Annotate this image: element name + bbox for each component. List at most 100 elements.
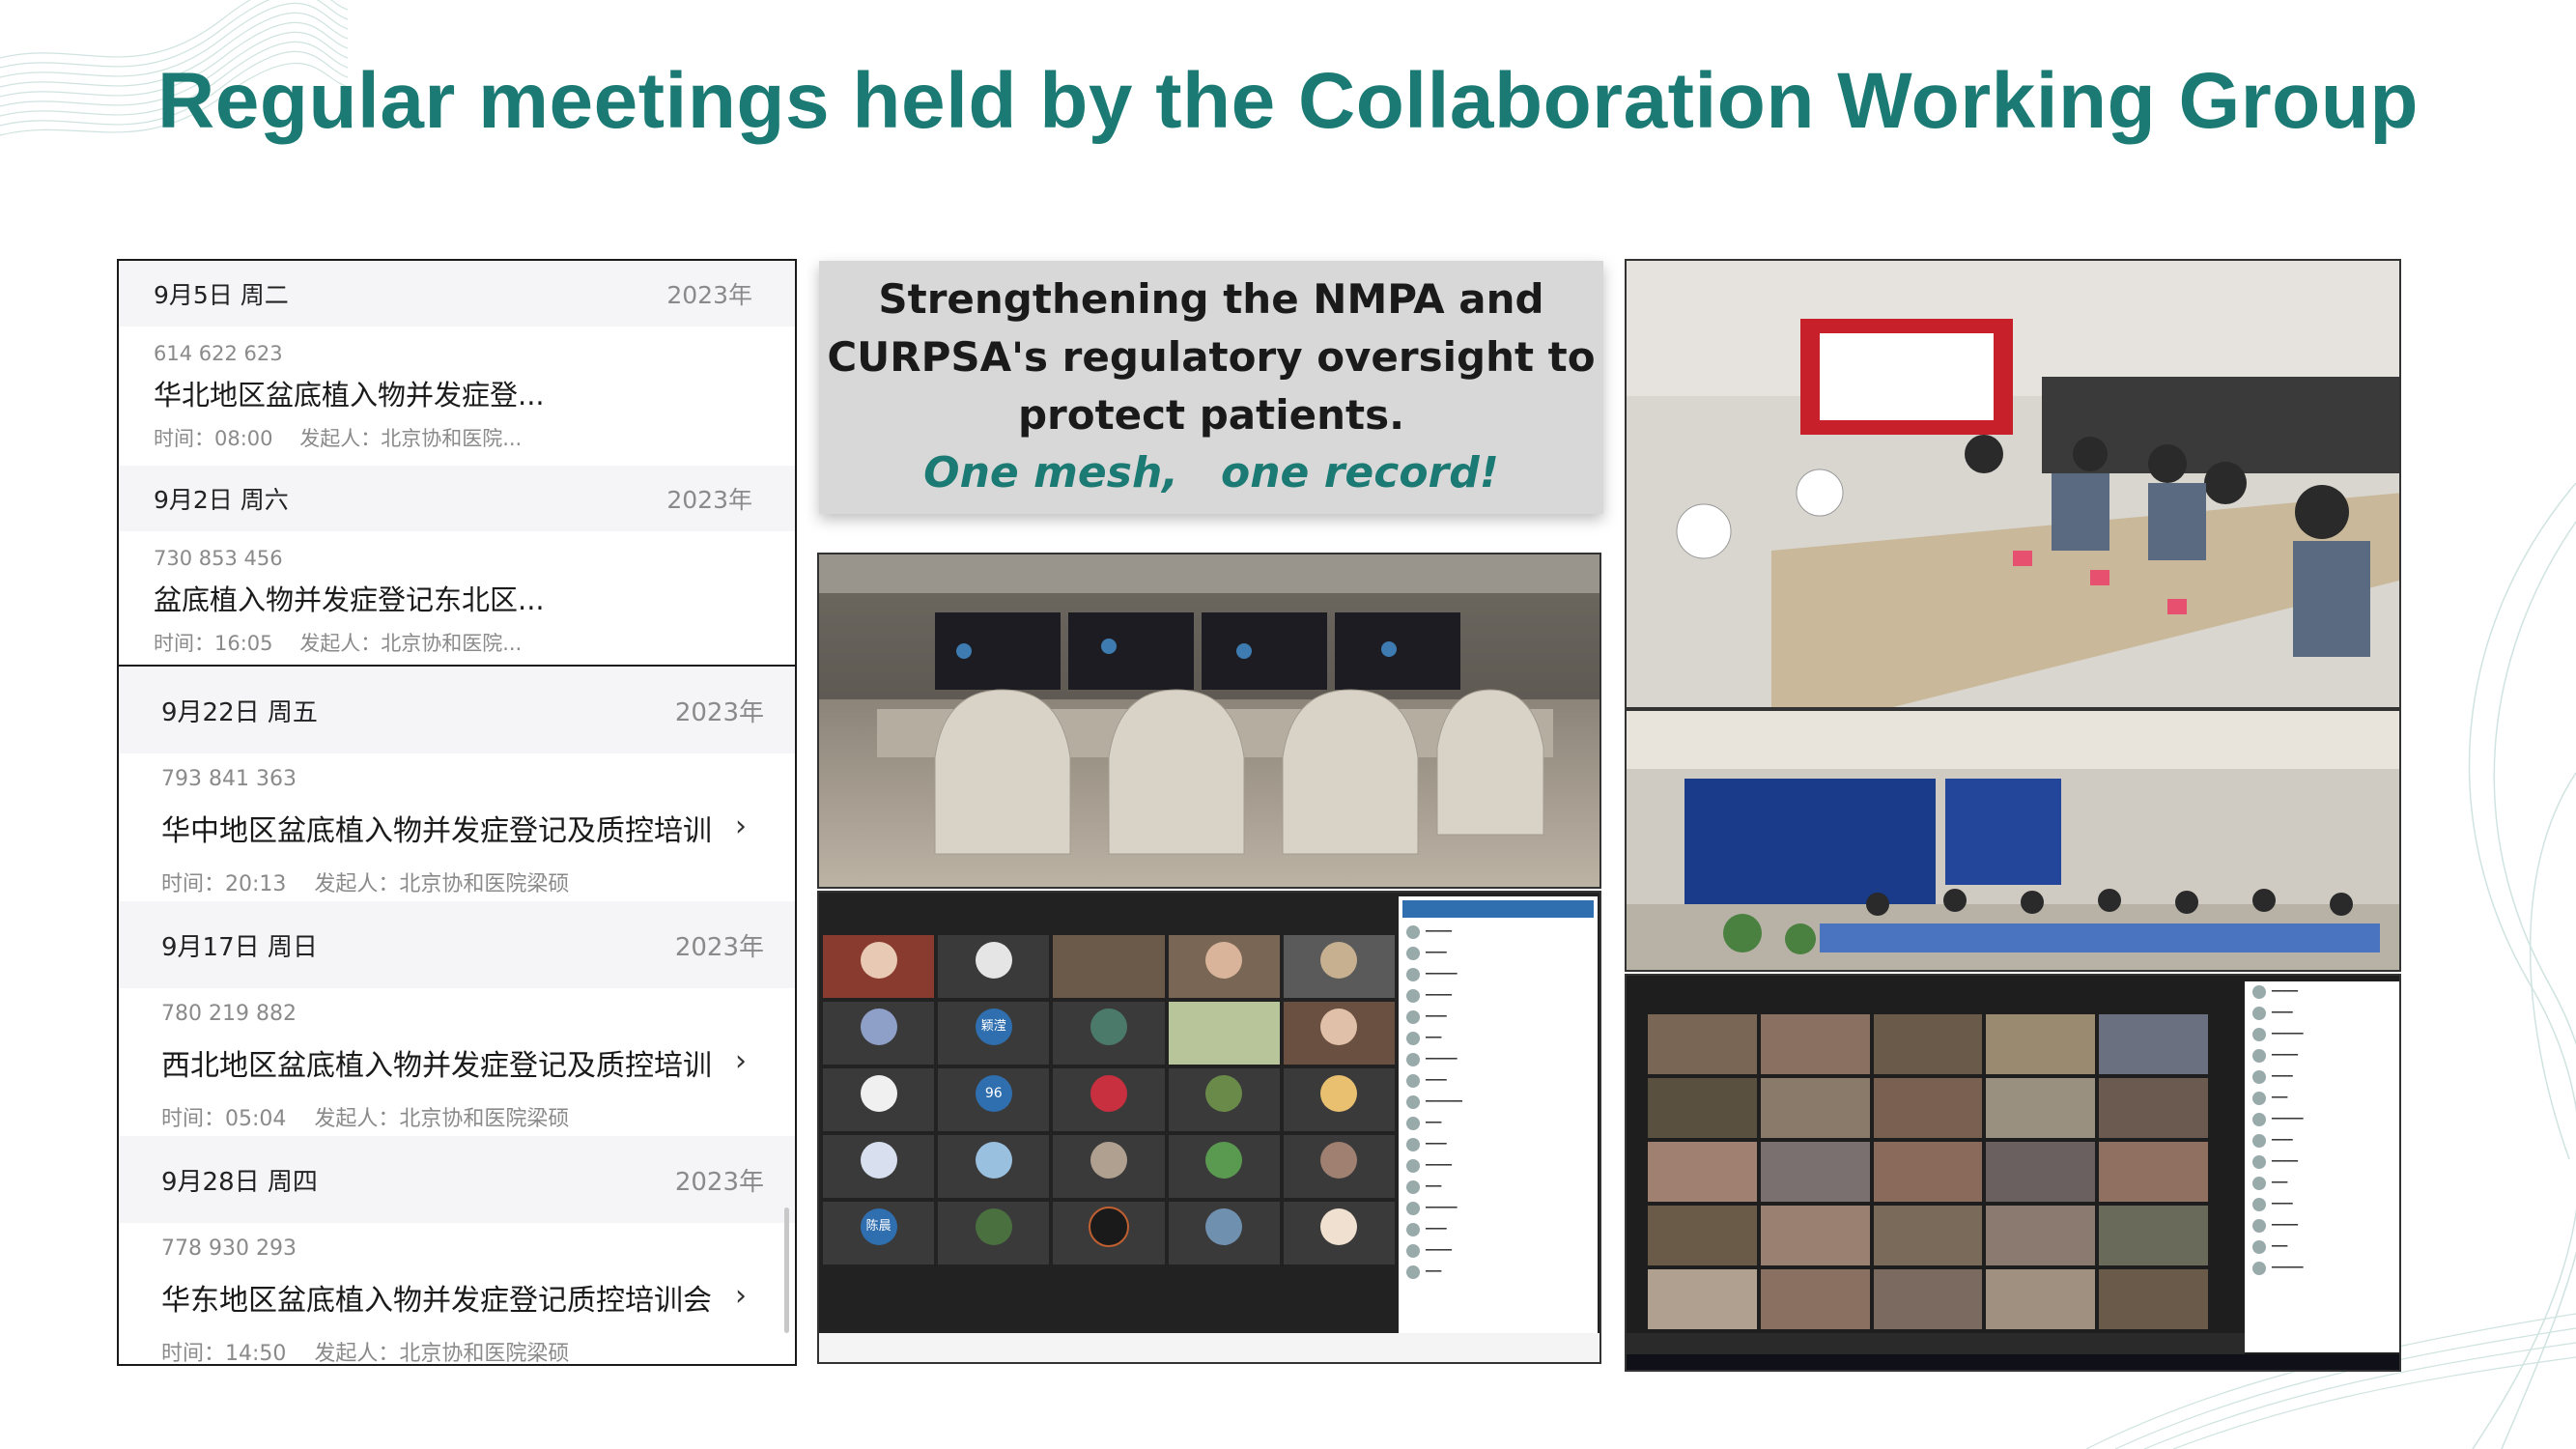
participant-tile[interactable] [1168, 1135, 1280, 1198]
participant-tile[interactable] [938, 1135, 1050, 1198]
meeting-item[interactable]: 614 622 623 华北地区盆底植入物并发症登... 时间：08:00 发起… [119, 327, 795, 466]
slogan: One mesh, one record! [923, 448, 1499, 497]
participant-row[interactable]: ━━━━━ [2245, 1151, 2399, 1173]
participant-tile[interactable] [823, 1135, 935, 1198]
participant-row[interactable]: ━━━━ [2245, 1130, 2399, 1151]
participant-row[interactable]: ━━━━━━ [2245, 1258, 2399, 1279]
participant-row[interactable]: ━━━━━ [1399, 1240, 1598, 1262]
participant-tile[interactable] [1283, 1135, 1395, 1198]
participant-tile[interactable] [2099, 1142, 2208, 1202]
participant-tile[interactable] [1760, 1014, 1870, 1074]
participant-row[interactable]: ━━━ [2245, 1088, 2399, 1109]
callout-line: CURPSA's regulatory oversight to [827, 333, 1596, 381]
participant-tile[interactable] [823, 1068, 935, 1131]
participant-tile[interactable] [1648, 1142, 1757, 1202]
participant-row[interactable]: ━━━━━ [2245, 1045, 2399, 1066]
participant-row[interactable]: ━━━━ [1399, 1219, 1598, 1240]
participant-tile[interactable] [1986, 1078, 2096, 1138]
meeting-toolbar[interactable] [1627, 1333, 2245, 1354]
participant-tile[interactable] [1168, 1002, 1280, 1065]
participant-tile[interactable] [2099, 1269, 2208, 1329]
participant-row[interactable]: ━━━━ [1399, 943, 1598, 964]
chevron-right-icon[interactable]: › [735, 810, 747, 843]
participant-row[interactable]: ━━━ [1399, 1177, 1598, 1198]
meeting-list-screenshot-b: 9月22日 周五 2023年 793 841 363 华中地区盆底植入物并发症登… [117, 665, 797, 1366]
meeting-toolbar[interactable] [819, 1333, 1599, 1362]
participant-tile[interactable] [2099, 1014, 2208, 1074]
participant-tile[interactable] [1986, 1142, 2096, 1202]
participant-tile[interactable] [1053, 1002, 1165, 1065]
participant-tile[interactable] [1873, 1142, 1983, 1202]
participant-tile[interactable] [1760, 1142, 1870, 1202]
participant-tile[interactable] [1648, 1269, 1757, 1329]
participant-row[interactable]: ━━━━ [1399, 1070, 1598, 1092]
participant-tile[interactable] [2099, 1078, 2208, 1138]
participant-row[interactable]: ━━━━━ [2245, 1215, 2399, 1236]
scrollbar[interactable] [784, 1208, 789, 1333]
participant-tile[interactable] [1053, 935, 1165, 998]
participant-tile[interactable] [1873, 1206, 1983, 1265]
participant-tile[interactable] [1873, 1269, 1983, 1329]
chevron-right-icon[interactable]: › [735, 1044, 747, 1078]
participant-tile[interactable]: 96 [938, 1068, 1050, 1131]
participant-tile[interactable] [1053, 1068, 1165, 1131]
participant-tile[interactable] [1760, 1078, 1870, 1138]
chevron-right-icon[interactable]: › [735, 1279, 747, 1313]
participant-tile[interactable] [1168, 1202, 1280, 1264]
participant-row[interactable]: ━━━━━━ [2245, 1024, 2399, 1045]
participant-tile[interactable] [1760, 1269, 1870, 1329]
participant-tile[interactable] [1648, 1014, 1757, 1074]
meeting-date: 9月17日 周日 [161, 932, 318, 962]
participant-tile[interactable] [1283, 1068, 1395, 1131]
participant-row[interactable]: ━━━━ [2245, 1003, 2399, 1024]
participant-tile[interactable]: 陈晨 [823, 1202, 935, 1264]
participant-tile[interactable] [1986, 1014, 2096, 1074]
participant-tile[interactable] [938, 935, 1050, 998]
participant-tile[interactable] [1986, 1269, 2096, 1329]
participant-row[interactable]: ━━━━ [1399, 1007, 1598, 1028]
participant-row[interactable]: ━━━━━━ [1399, 964, 1598, 985]
participant-row[interactable]: ━━━━━ [2245, 981, 2399, 1003]
participant-row[interactable]: ━━━━━━━ [1399, 1092, 1598, 1113]
participant-tile[interactable] [1053, 1135, 1165, 1198]
participant-tile[interactable] [1053, 1202, 1165, 1264]
participant-tile[interactable] [1648, 1206, 1757, 1265]
participant-tile[interactable] [1873, 1078, 1983, 1138]
meeting-date: 9月22日 周五 [161, 697, 318, 727]
meeting-item[interactable]: 780 219 882 西北地区盆底植入物并发症登记及质控培训... 时间：05… [119, 988, 795, 1136]
meeting-item[interactable]: 778 930 293 华东地区盆底植入物并发症登记质控培训会议 时间：14:5… [119, 1223, 795, 1364]
participant-tile[interactable] [1168, 935, 1280, 998]
participant-grid [1648, 1014, 2208, 1329]
participant-row[interactable]: ━━━━ [1399, 1134, 1598, 1155]
participant-row[interactable]: ━━━ [2245, 1173, 2399, 1194]
participant-tile[interactable] [1986, 1206, 2096, 1265]
participant-row[interactable]: ━━━━━ [1399, 922, 1598, 943]
participant-tile[interactable] [1168, 1068, 1280, 1131]
participant-row[interactable]: ━━━ [1399, 1113, 1598, 1134]
taskbar[interactable] [1627, 1354, 2399, 1370]
participant-tile[interactable] [2099, 1206, 2208, 1265]
participant-row[interactable]: ━━━━ [2245, 1066, 2399, 1088]
participant-row[interactable]: ━━━━━━ [1399, 1049, 1598, 1070]
participant-tile[interactable] [1283, 1202, 1395, 1264]
meeting-item[interactable]: 730 853 456 盆底植入物并发症登记东北区... 时间：16:05 发起… [119, 531, 795, 665]
participant-row[interactable]: ━━━━ [2245, 1194, 2399, 1215]
meeting-item[interactable]: 793 841 363 华中地区盆底植入物并发症登记及质控培训会 时间：20:1… [119, 753, 795, 901]
participant-tile[interactable] [1648, 1078, 1757, 1138]
participant-tile[interactable] [823, 1002, 935, 1065]
participant-tile[interactable] [938, 1202, 1050, 1264]
participant-tile[interactable] [1283, 1002, 1395, 1065]
participant-row[interactable]: ━━━━━━ [2245, 1109, 2399, 1130]
participant-tile[interactable] [1283, 935, 1395, 998]
participant-row[interactable]: ━━━━━━ [1399, 1198, 1598, 1219]
participant-tile[interactable] [1760, 1206, 1870, 1265]
participant-row[interactable]: ━━━ [1399, 1028, 1598, 1049]
participant-tile[interactable] [823, 935, 935, 998]
participant-tile[interactable] [1873, 1014, 1983, 1074]
participant-row[interactable]: ━━━━━ [1399, 1155, 1598, 1177]
participant-row[interactable]: ━━━━━ [1399, 985, 1598, 1007]
participant-tile[interactable]: 颖滢 [938, 1002, 1050, 1065]
participant-row[interactable]: ━━━ [1399, 1262, 1598, 1283]
participant-row[interactable]: ━━━ [2245, 1236, 2399, 1258]
participant-tabs[interactable] [1402, 900, 1594, 918]
